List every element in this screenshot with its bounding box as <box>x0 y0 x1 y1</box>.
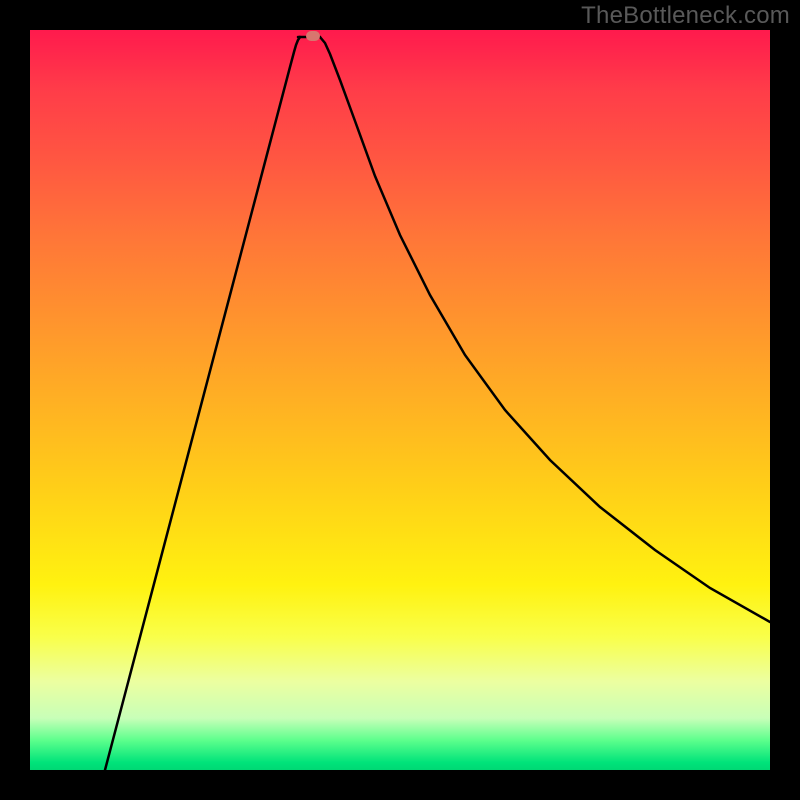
curve-layer <box>30 30 770 770</box>
watermark-text: TheBottleneck.com <box>581 2 790 30</box>
curve-left-branch <box>105 37 300 770</box>
minimum-marker <box>306 31 320 41</box>
chart-frame: TheBottleneck.com <box>0 0 800 800</box>
curve-right-branch <box>320 37 770 622</box>
plot-area <box>30 30 770 770</box>
